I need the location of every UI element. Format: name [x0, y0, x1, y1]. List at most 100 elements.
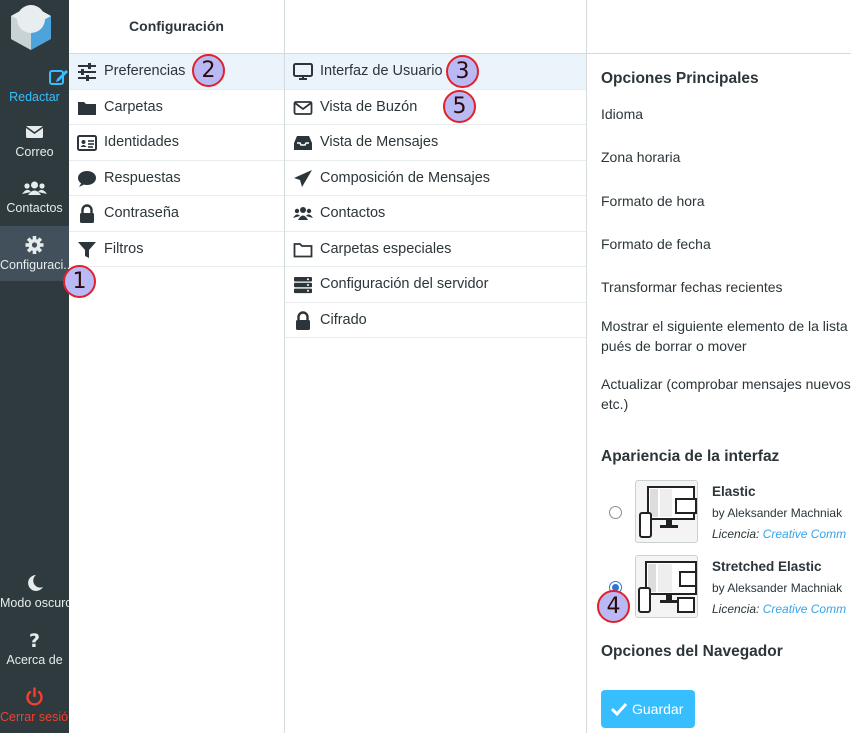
section-label: Preferencias [104, 63, 186, 79]
skin-elastic[interactable]: Elastic by Aleksander Machniak Licencia:… [587, 480, 851, 544]
check-icon [611, 702, 627, 717]
lock-icon [296, 310, 310, 330]
nav-logout[interactable]: Cerrar sesión [0, 678, 69, 733]
section-preferences[interactable]: Preferencias [69, 54, 284, 90]
paper-plane-icon [294, 169, 312, 187]
annotation-marker-2: 2 [192, 54, 225, 87]
main-nav: Redactar Correo Contactos Configuraci...… [0, 0, 69, 733]
pref-contacts[interactable]: Contactos [285, 196, 586, 232]
pref-special-folders[interactable]: Carpetas especiales [285, 232, 586, 267]
annotation-marker-4: 4 [597, 590, 630, 623]
main-options-title: Opciones Principales [601, 70, 759, 87]
section-identities[interactable]: Identidades [69, 125, 284, 161]
section-password[interactable]: Contraseña [69, 196, 284, 232]
section-folders[interactable]: Carpetas [69, 90, 284, 125]
option-time-format: Formato de hora [601, 193, 705, 209]
mail-icon [25, 126, 44, 138]
skin-elastic-license: Licencia: Creative Comm [712, 527, 846, 541]
app-window: Redactar Correo Contactos Configuraci...… [0, 0, 851, 733]
compose-icon [49, 70, 68, 85]
annotation-marker-3: 3 [446, 55, 479, 88]
lock-icon [80, 204, 94, 223]
section-label: Respuestas [104, 169, 181, 186]
license-link[interactable]: Creative Comm [763, 602, 846, 616]
pref-label: Vista de Buzón [320, 98, 418, 115]
skin-stretched-elastic-thumbnail [635, 555, 698, 618]
section-responses[interactable]: Respuestas [69, 161, 284, 196]
browser-options-title: Opciones del Navegador [601, 643, 783, 660]
pref-label: Contactos [320, 205, 386, 221]
envelope-icon [293, 100, 313, 115]
option-timezone: Zona horaria [601, 149, 681, 165]
skin-stretched-elastic-author: by Aleksander Machniak [712, 581, 843, 595]
nav-about-label: Acerca de [6, 653, 63, 667]
nav-dark-mode-label: Modo oscuro [0, 596, 69, 610]
logo-icon [11, 5, 51, 50]
option-language: Idioma [601, 106, 644, 122]
moon-icon [28, 575, 43, 591]
comment-icon [78, 170, 96, 187]
question-icon: ? [29, 630, 40, 650]
nav-contacts-label: Contactos [6, 201, 63, 215]
nav-logout-label: Cerrar sesión [0, 710, 69, 724]
option-display-next: Mostrar el siguiente elemento de la list… [601, 318, 848, 334]
preferences-sections-panel: Interfaz de Usuario Vista de Buzón Vista… [285, 0, 587, 733]
pref-label: Cifrado [320, 311, 367, 328]
inbox-icon [294, 136, 312, 150]
skin-elastic-author: by Aleksander Machniak [712, 506, 843, 520]
nav-mail-label: Correo [15, 145, 54, 159]
nav-settings-label: Configuraci... [0, 258, 69, 272]
nav-dark-mode[interactable]: Modo oscuro [0, 564, 69, 619]
preferences-header [285, 0, 586, 54]
power-icon [26, 687, 43, 706]
license-label: Licencia: [712, 602, 760, 616]
nav-mail[interactable]: Correo [0, 113, 69, 168]
save-button[interactable]: Guardar [601, 690, 695, 728]
option-date-format: Formato de fecha [601, 236, 711, 252]
gear-icon [25, 236, 44, 254]
pref-message-view[interactable]: Vista de Mensajes [285, 125, 586, 161]
pref-encryption[interactable]: Cifrado [285, 303, 586, 338]
pref-label: Carpetas especiales [320, 240, 452, 257]
pref-server-settings[interactable]: Configuración del servidor [285, 267, 586, 303]
pref-mailbox-view[interactable]: Vista de Buzón [285, 90, 586, 125]
section-label: Carpetas [104, 98, 163, 115]
nav-compose[interactable]: Redactar [0, 58, 69, 113]
sliders-icon [78, 63, 96, 81]
server-icon [294, 277, 312, 294]
nav-contacts[interactable]: Contactos [0, 169, 69, 224]
nav-about[interactable]: ? Acerca de [0, 621, 69, 676]
folder-outline-icon [293, 242, 313, 257]
appearance-title: Apariencia de la interfaz [601, 448, 780, 465]
skin-stretched-elastic-license: Licencia: Creative Comm [712, 602, 846, 616]
detail-header [587, 0, 851, 54]
svg-text:?: ? [29, 630, 40, 650]
section-label: Filtros [104, 240, 144, 257]
option-refresh-cont: etc.) [601, 396, 629, 412]
pref-composing[interactable]: Composición de Mensajes [285, 161, 586, 196]
preferences-detail-panel: Opciones Principales Idioma Zona horaria… [587, 0, 851, 733]
license-label: Licencia: [712, 527, 760, 541]
pref-user-interface[interactable]: Interfaz de Usuario [285, 54, 586, 90]
pref-label: Interfaz de Usuario [320, 63, 443, 79]
nav-settings[interactable]: Configuraci... [0, 226, 69, 281]
save-button-label: Guardar [632, 701, 684, 717]
settings-title: Configuración [69, 0, 284, 54]
section-label: Contraseña [104, 205, 179, 221]
option-display-next-cont: pués de borrar o mover [601, 338, 747, 354]
contacts-icon [22, 181, 47, 195]
license-link[interactable]: Creative Comm [763, 527, 846, 541]
skin-elastic-radio[interactable] [609, 506, 622, 519]
settings-sections-panel: Configuración Preferencias Carpetas Iden… [69, 0, 285, 733]
folder-icon [78, 101, 96, 115]
users-icon [293, 207, 313, 220]
skin-elastic-thumbnail [635, 480, 698, 543]
annotation-marker-1: 1 [63, 265, 96, 298]
pref-label: Configuración del servidor [320, 276, 489, 292]
nav-compose-label: Redactar [9, 90, 60, 104]
skin-elastic-name: Elastic [712, 484, 756, 499]
annotation-marker-5: 5 [443, 90, 476, 123]
skin-stretched-elastic-name: Stretched Elastic [712, 559, 822, 574]
section-filters[interactable]: Filtros [69, 232, 284, 267]
id-card-icon [77, 135, 97, 151]
